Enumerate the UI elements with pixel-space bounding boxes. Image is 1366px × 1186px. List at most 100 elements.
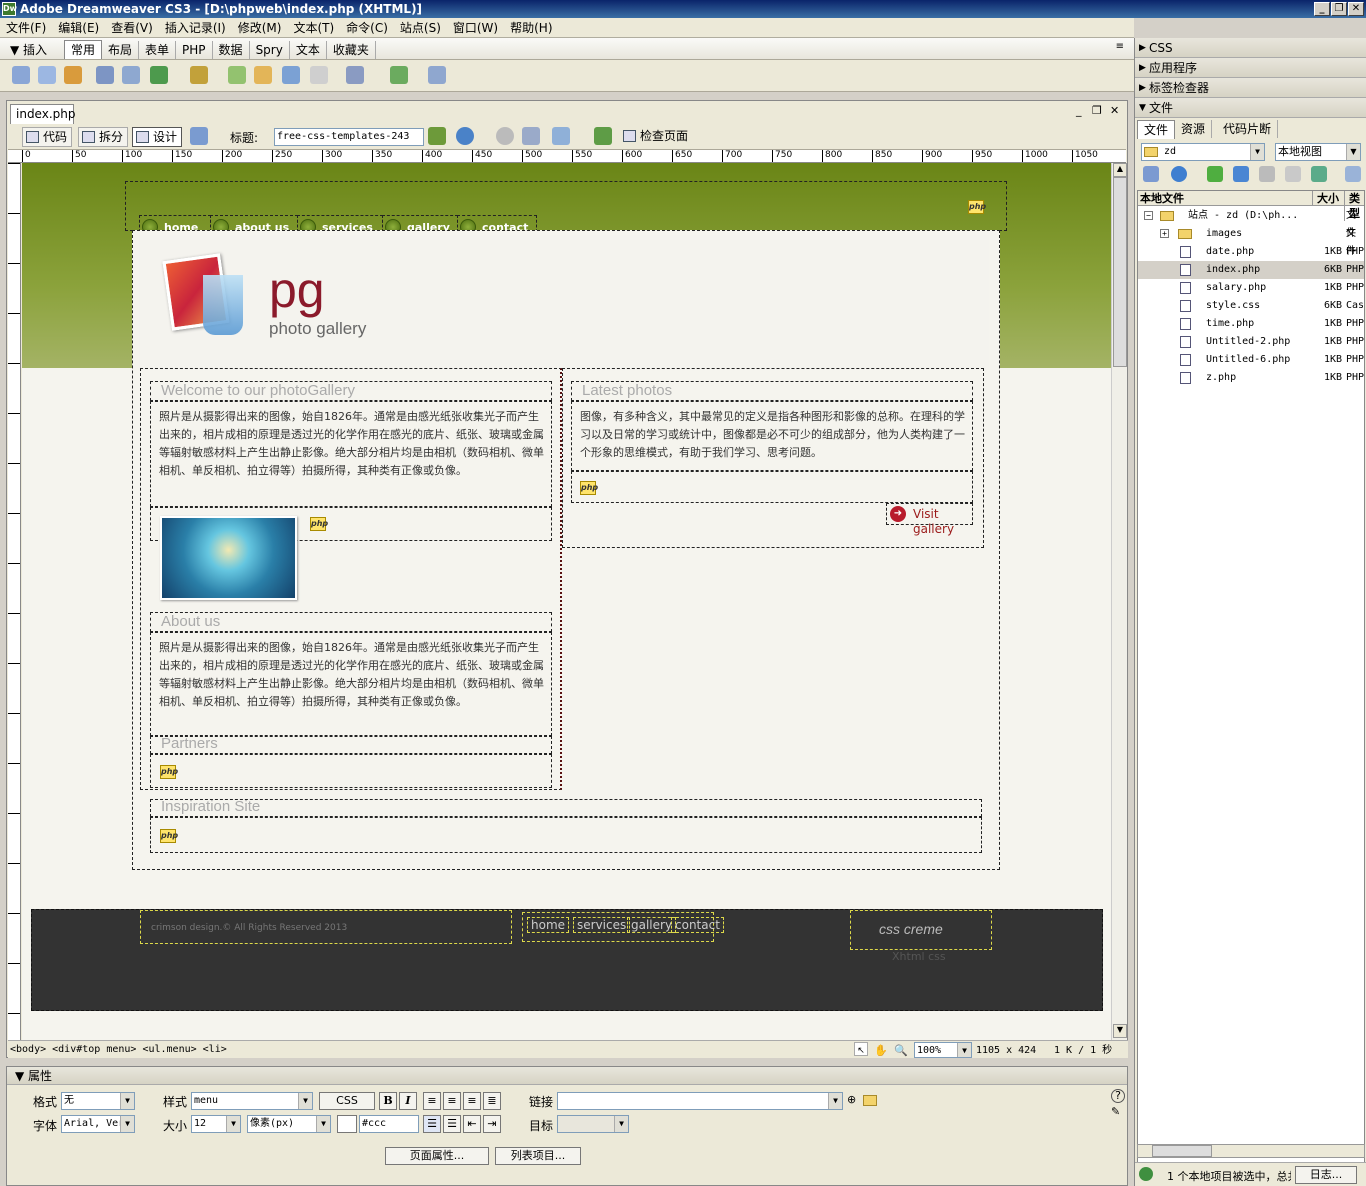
unordered-list-icon[interactable]: ☰ bbox=[423, 1115, 441, 1133]
files-tab[interactable]: 代码片断 bbox=[1217, 120, 1279, 138]
live-data-icon[interactable] bbox=[190, 127, 208, 145]
css-button[interactable]: CSS bbox=[319, 1092, 375, 1110]
view-select[interactable]: 本地视图 ▼ bbox=[1275, 143, 1361, 161]
hyperlink-icon[interactable] bbox=[12, 66, 30, 84]
bold-button[interactable]: B bbox=[379, 1092, 397, 1110]
connect-icon[interactable] bbox=[1143, 166, 1159, 182]
scroll-up-arrow[interactable]: ▲ bbox=[1113, 163, 1127, 177]
footer-nav-home[interactable]: home bbox=[527, 917, 570, 933]
menu-item[interactable]: 插入记录(I) bbox=[159, 18, 232, 38]
ordered-list-icon[interactable]: ☰ bbox=[443, 1115, 461, 1133]
file-row[interactable]: style.css 6KB Cas bbox=[1138, 297, 1364, 315]
menu-item[interactable]: 修改(M) bbox=[232, 18, 288, 38]
scroll-down-arrow[interactable]: ▼ bbox=[1113, 1024, 1127, 1038]
doc-minimize-icon[interactable]: _ bbox=[1076, 104, 1082, 117]
insert-tab[interactable]: Spry bbox=[250, 41, 290, 59]
files-tab[interactable]: 文件 bbox=[1137, 120, 1176, 139]
tag-path[interactable]: <body> <div#top menu> <ul.menu> <li> bbox=[10, 1041, 227, 1058]
check-in-icon[interactable] bbox=[1285, 166, 1301, 182]
preview-browser-icon[interactable] bbox=[456, 127, 474, 145]
get-files-icon[interactable] bbox=[1207, 166, 1223, 182]
site-select[interactable]: zd ▼ bbox=[1141, 143, 1265, 161]
minimize-icon[interactable]: _ bbox=[1314, 2, 1330, 16]
split-view-button[interactable]: 拆分 bbox=[78, 127, 129, 147]
site-root-row[interactable]: − 站点 - zd (D:\ph... 文件 bbox=[1138, 207, 1364, 239]
style-select[interactable]: menu ▼ bbox=[191, 1092, 313, 1110]
menu-item[interactable]: 编辑(E) bbox=[52, 18, 105, 38]
align-left-icon[interactable]: ≡ bbox=[423, 1092, 441, 1110]
design-canvas[interactable]: php home about us services gallery contact p… bbox=[22, 163, 1111, 1040]
email-link-icon[interactable] bbox=[38, 66, 56, 84]
tag-chooser-icon[interactable] bbox=[428, 66, 446, 84]
file-row[interactable]: + images 文件 bbox=[1138, 225, 1364, 257]
expand-icon[interactable]: + bbox=[1160, 229, 1169, 238]
page-title-input[interactable]: free-css-templates-243 bbox=[274, 128, 424, 146]
file-row[interactable]: index.php 6KB PHP bbox=[1138, 261, 1364, 279]
restore-icon[interactable]: ❐ bbox=[1331, 2, 1347, 16]
file-management-icon[interactable] bbox=[428, 127, 446, 145]
check-page-button[interactable]: 检查页面 bbox=[620, 127, 692, 147]
file-hscrollbar[interactable] bbox=[1137, 1144, 1365, 1158]
script-icon[interactable] bbox=[346, 66, 364, 84]
menu-item[interactable]: 命令(C) bbox=[340, 18, 394, 38]
head-icon[interactable] bbox=[310, 66, 328, 84]
menu-item[interactable]: 站点(S) bbox=[394, 18, 447, 38]
close-icon[interactable]: ✕ bbox=[1348, 2, 1364, 16]
synchronize-icon[interactable] bbox=[1311, 166, 1327, 182]
collapse-icon[interactable]: − bbox=[1144, 211, 1153, 220]
size-select[interactable]: 12 ▼ bbox=[191, 1115, 241, 1133]
file-row[interactable]: Untitled-6.php 1KB PHP bbox=[1138, 351, 1364, 369]
templates-icon[interactable] bbox=[390, 66, 408, 84]
tag-inspector-header[interactable]: ▶ 标签检查器 bbox=[1135, 78, 1366, 98]
window-size[interactable]: 1105 x 424 bbox=[976, 1042, 1036, 1059]
doc-restore-icon[interactable]: ❐ bbox=[1092, 104, 1102, 117]
file-row[interactable]: date.php 1KB PHP bbox=[1138, 243, 1364, 261]
file-row[interactable]: z.php 1KB PHP bbox=[1138, 369, 1364, 387]
properties-header[interactable]: ▼ 属性 bbox=[7, 1067, 1127, 1085]
column-size[interactable]: 大小 bbox=[1312, 191, 1339, 206]
color-swatch[interactable] bbox=[337, 1115, 357, 1133]
date-icon[interactable] bbox=[228, 66, 246, 84]
doc-close-icon[interactable]: ✕ bbox=[1110, 104, 1119, 117]
menu-item[interactable]: 帮助(H) bbox=[504, 18, 558, 38]
italic-button[interactable]: I bbox=[399, 1092, 417, 1110]
unit-select[interactable]: 像素(px) ▼ bbox=[247, 1115, 331, 1133]
application-panel-header[interactable]: ▶ 应用程序 bbox=[1135, 58, 1366, 78]
point-to-file-icon[interactable]: ⊕ bbox=[847, 1093, 856, 1106]
justify-icon[interactable]: ≣ bbox=[483, 1092, 501, 1110]
insert-tab[interactable]: 文本 bbox=[290, 41, 327, 59]
insert-tab[interactable]: 布局 bbox=[102, 41, 140, 59]
target-select[interactable]: ▼ bbox=[557, 1115, 629, 1133]
footer-nav-contact[interactable]: contact bbox=[671, 917, 724, 933]
footer-nav-services[interactable]: services bbox=[573, 917, 631, 933]
design-view-button[interactable]: 设计 bbox=[132, 127, 183, 147]
insert-tab[interactable]: 数据 bbox=[213, 41, 250, 59]
panel-options-icon[interactable]: ≡ bbox=[1116, 41, 1124, 52]
edit-icon[interactable]: ✎ bbox=[1111, 1105, 1120, 1118]
footer-nav-gallery[interactable]: gallery bbox=[627, 917, 677, 933]
canvas-scrollbar[interactable]: ▲ ▼ bbox=[1111, 163, 1127, 1040]
outdent-icon[interactable]: ⇤ bbox=[463, 1115, 481, 1133]
font-select[interactable]: Arial, Ver ▼ bbox=[61, 1115, 135, 1133]
insert-tab[interactable]: 常用 bbox=[64, 40, 103, 59]
link-input[interactable]: ▼ bbox=[557, 1092, 843, 1110]
view-options-icon[interactable] bbox=[522, 127, 540, 145]
zoom-tool-icon[interactable]: 🔍 bbox=[894, 1042, 908, 1059]
gallery-thumbnail[interactable] bbox=[160, 516, 297, 600]
scroll-thumb[interactable] bbox=[1113, 177, 1127, 367]
refresh-design-icon[interactable] bbox=[496, 127, 514, 145]
browse-folder-icon[interactable] bbox=[863, 1095, 877, 1106]
column-name[interactable]: 本地文件 bbox=[1140, 191, 1184, 206]
table-icon[interactable] bbox=[96, 66, 114, 84]
list-item-button[interactable]: 列表项目... bbox=[495, 1147, 581, 1165]
media-icon[interactable] bbox=[190, 66, 208, 84]
refresh-icon[interactable] bbox=[1171, 166, 1187, 182]
visual-aids-icon[interactable] bbox=[552, 127, 570, 145]
hscroll-thumb[interactable] bbox=[1152, 1145, 1212, 1157]
hand-tool-icon[interactable]: ✋ bbox=[874, 1042, 888, 1059]
tab-index-php[interactable]: index.php bbox=[10, 104, 75, 124]
expand-panel-icon[interactable] bbox=[1345, 166, 1361, 182]
put-files-icon[interactable] bbox=[1233, 166, 1249, 182]
files-panel-header[interactable]: ▼ 文件 bbox=[1135, 98, 1366, 118]
insert-div-icon[interactable] bbox=[122, 66, 140, 84]
